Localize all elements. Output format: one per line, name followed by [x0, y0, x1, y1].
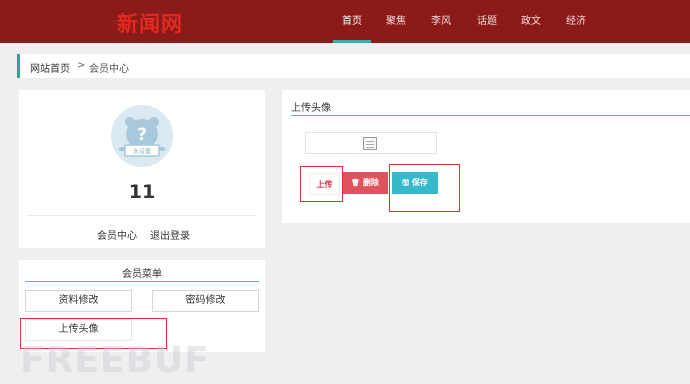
- site-logo[interactable]: 新闻网: [117, 8, 183, 38]
- divider: [28, 215, 256, 216]
- nav-item-topics[interactable]: 话题: [472, 0, 502, 43]
- file-icon: [363, 137, 377, 150]
- upload-avatar-panel: 上传头像 上传 🗑 删除 🖫 保存: [282, 90, 690, 223]
- divider: [25, 281, 259, 282]
- avatar[interactable]: ? 未设置: [111, 105, 173, 167]
- breadcrumb: 网站首页 > 会员中心: [17, 54, 690, 78]
- nav-active-indicator: [333, 40, 371, 43]
- nav-item-label: 李风: [431, 16, 451, 27]
- username: 11: [128, 181, 156, 203]
- breadcrumb-home-link[interactable]: 网站首页: [30, 60, 70, 75]
- delete-button[interactable]: 🗑 删除: [342, 172, 388, 194]
- trash-icon: 🗑: [351, 179, 361, 187]
- profile-card: ? 未设置 11 会员中心 退出登录: [19, 90, 265, 248]
- nav-item-label: 聚焦: [386, 16, 406, 27]
- highlight-box: [389, 164, 460, 212]
- nav-item-economy[interactable]: 经济: [561, 0, 591, 43]
- default-avatar-icon: ? 未设置: [111, 105, 173, 167]
- delete-button-label: 删除: [362, 178, 379, 187]
- edit-profile-button[interactable]: 资料修改: [25, 290, 132, 312]
- member-center-link[interactable]: 会员中心: [97, 227, 137, 242]
- breadcrumb-separator: >: [77, 60, 86, 71]
- nav-item-label: 经济: [566, 16, 586, 27]
- file-input[interactable]: [305, 132, 437, 154]
- svg-text:?: ?: [137, 125, 147, 145]
- nav-item-label: 话题: [477, 16, 497, 27]
- highlight-box: [300, 166, 343, 202]
- nav-item-home[interactable]: 首页: [333, 0, 371, 43]
- nav-item-label: 首页: [342, 16, 362, 27]
- divider: [291, 115, 690, 116]
- site-header: 新闻网 首页 聚焦 李风 话题 政文 经济: [0, 0, 690, 43]
- member-menu-title: 会员菜单: [122, 269, 162, 280]
- logout-link[interactable]: 退出登录: [150, 227, 190, 242]
- breadcrumb-current: 会员中心: [89, 64, 129, 75]
- nav-item-focus[interactable]: 聚焦: [381, 0, 411, 43]
- watermark: FREEBUF: [20, 340, 210, 381]
- panel-title: 上传头像: [291, 103, 331, 114]
- avatar-label: 未设置: [133, 148, 151, 156]
- change-password-button[interactable]: 密码修改: [152, 290, 259, 312]
- nav-item-lifeng[interactable]: 李风: [426, 0, 456, 43]
- nav-item-label: 政文: [521, 16, 541, 27]
- nav-item-politics[interactable]: 政文: [516, 0, 546, 43]
